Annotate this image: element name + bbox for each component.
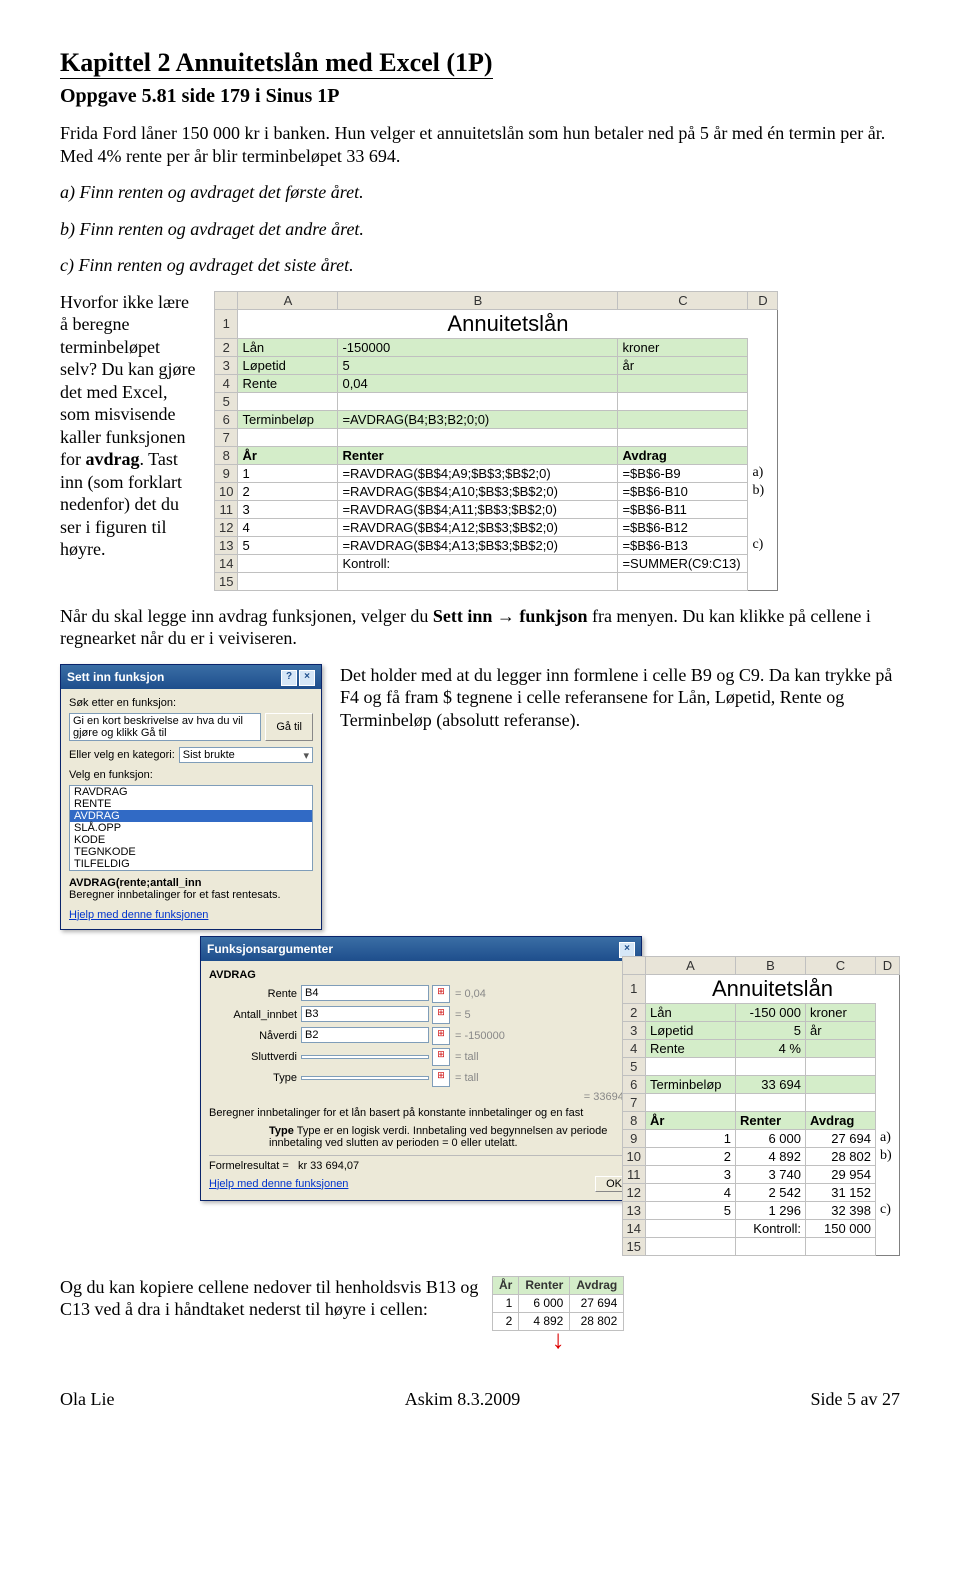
- dialog2-title: Funksjonsargumenter: [207, 942, 333, 956]
- function-name: AVDRAG: [209, 969, 633, 981]
- question-c: c) Finn renten og avdraget det siste åre…: [60, 254, 900, 277]
- search-label: Søk etter en funksjon:: [69, 697, 313, 709]
- intro-paragraph: Frida Ford låner 150 000 kr i banken. Hu…: [60, 122, 900, 167]
- right-paragraph: Det holder med at du legger inn formlene…: [340, 664, 900, 732]
- window-controls[interactable]: ?×: [279, 668, 315, 686]
- dialog1-title: Sett inn funksjon: [67, 670, 164, 684]
- help-icon: ?: [281, 670, 297, 686]
- question-a: a) Finn renten og avdraget det første år…: [60, 181, 900, 204]
- search-field[interactable]: Gi en kort beskrivelse av hva du vil gjø…: [69, 713, 261, 741]
- result-label: Formelresultat =: [209, 1160, 289, 1172]
- left-explain: Hvorfor ikke lære å beregne terminbeløpe…: [60, 291, 200, 561]
- footer-author: Ola Lie: [60, 1389, 114, 1410]
- intermediate-result: = 33694,0: [209, 1091, 633, 1103]
- spreadsheet-results: ABCD1Annuitetslån2Lån-150 000kroner3Løpe…: [622, 956, 900, 1256]
- question-b: b) Finn renten og avdraget det andre åre…: [60, 218, 900, 241]
- footer-date: Askim 8.3.2009: [405, 1389, 521, 1410]
- arg-desc1: Beregner innbetalinger for et lån basert…: [209, 1107, 633, 1119]
- help-link[interactable]: Hjelp med denne funksjonen: [69, 909, 313, 921]
- mini-sheet: ÅrRenterAvdrag16 00027 69424 89228 802: [492, 1276, 624, 1331]
- function-args-dialog: Funksjonsargumenter × AVDRAG RenteB4 ⊞= …: [200, 936, 642, 1201]
- bottom-paragraph: Og du kan kopiere cellene nedover til he…: [60, 1276, 480, 1321]
- function-desc: Beregner innbetalinger for et fast rente…: [69, 889, 313, 901]
- result-value: kr 33 694,07: [298, 1160, 359, 1172]
- category-select[interactable]: Sist brukte: [179, 747, 313, 763]
- close-icon: ×: [299, 670, 315, 686]
- arrow-down-icon: ↓: [492, 1331, 624, 1349]
- spreadsheet-formulas: ABCD1Annuitetslån2Lån-150000kroner3Løpet…: [214, 291, 778, 591]
- pick-label: Velg en funksjon:: [69, 769, 313, 781]
- chapter-heading: Kapittel 2 Annuitetslån med Excel (1P): [60, 48, 493, 79]
- insert-function-dialog: Sett inn funksjon ?× Søk etter en funksj…: [60, 664, 322, 930]
- help-link[interactable]: Hjelp med denne funksjonen: [209, 1178, 348, 1190]
- page-footer: Ola Lie Askim 8.3.2009 Side 5 av 27: [60, 1389, 900, 1410]
- function-list[interactable]: RAVDRAGRENTEAVDRAGSLÅ.OPPKODETEGNKODETIL…: [69, 785, 313, 871]
- mid-paragraph: Når du skal legge inn avdrag funksjonen,…: [60, 605, 900, 650]
- category-label: Eller velg en kategori:: [69, 749, 175, 761]
- footer-page: Side 5 av 27: [811, 1389, 901, 1410]
- go-button[interactable]: Gå til: [265, 713, 313, 741]
- arg-desc2: Type Type er en logisk verdi. Innbetalin…: [269, 1125, 633, 1149]
- exercise-subheading: Oppgave 5.81 side 179 i Sinus 1P: [60, 85, 900, 108]
- function-signature: AVDRAG(rente;antall_inn: [69, 877, 201, 889]
